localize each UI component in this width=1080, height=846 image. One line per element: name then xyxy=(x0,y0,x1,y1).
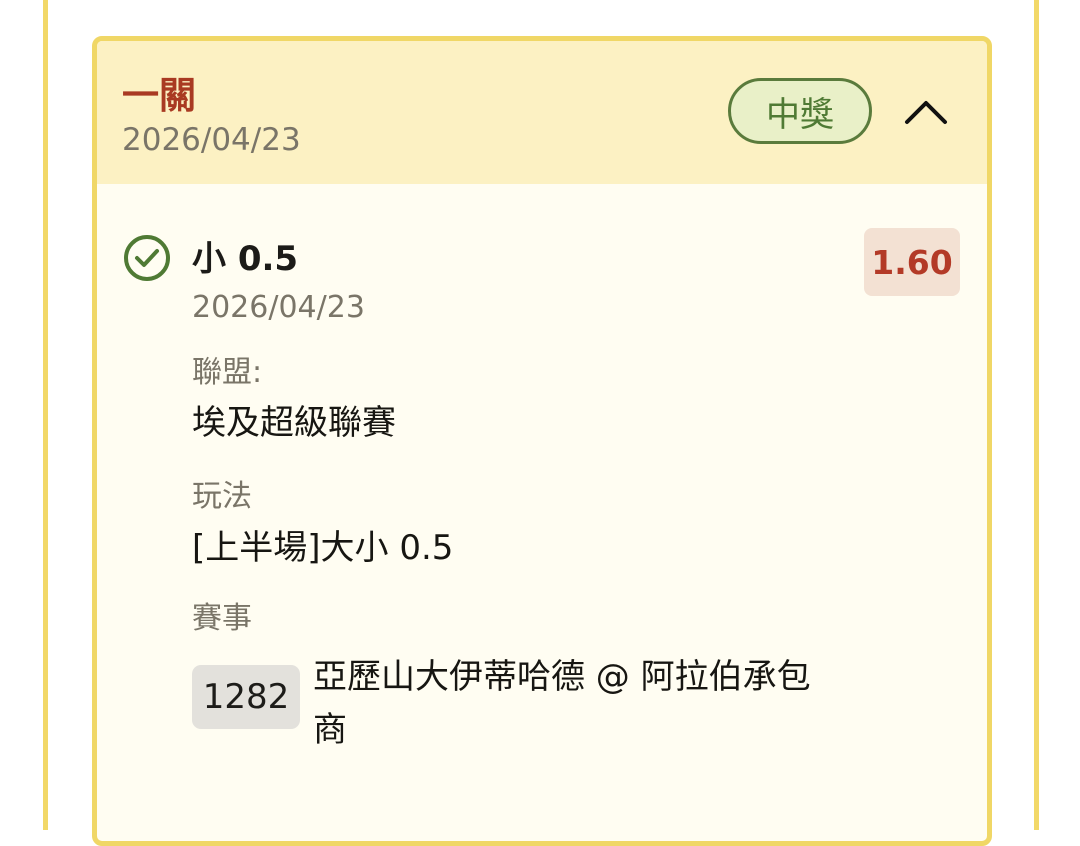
check-circle-icon xyxy=(124,235,170,281)
selection-name: 小 0.5 xyxy=(192,239,299,279)
status-badge: 中獎 xyxy=(728,78,872,144)
event-name: 亞歷山大伊蒂哈德 @ 阿拉伯承包商 xyxy=(313,657,811,750)
market-label: 玩法 xyxy=(192,479,252,514)
event-label: 賽事 xyxy=(192,601,252,636)
odds-badge: 1.60 xyxy=(864,228,960,296)
bet-type-title: 一關 xyxy=(122,74,196,117)
bet-card-header[interactable]: 一關 2026/04/23 中獎 xyxy=(97,41,987,184)
collapse-toggle-button[interactable] xyxy=(895,81,957,143)
market-value: [上半場]大小 0.5 xyxy=(192,528,454,568)
bet-date: 2026/04/23 xyxy=(122,122,301,158)
chevron-up-icon xyxy=(905,101,947,124)
event-id-badge: 1282 xyxy=(192,665,300,729)
selection-date: 2026/04/23 xyxy=(192,290,365,325)
league-label: 聯盟: xyxy=(192,355,263,390)
league-value: 埃及超級聯賽 xyxy=(192,403,396,443)
bet-card: 一關 2026/04/23 中獎 小 0.5 2026/04/23 1.60 聯… xyxy=(92,36,992,846)
